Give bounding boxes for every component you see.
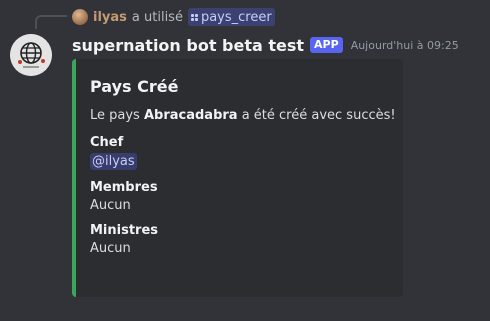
field-name: Membres <box>90 180 158 195</box>
globe-icon <box>10 34 52 76</box>
reply-username[interactable]: ilyas <box>93 10 127 25</box>
message-header: supernation bot beta test APP Aujourd'hu… <box>72 34 459 56</box>
field-name: Chef <box>90 135 124 150</box>
reply-context[interactable]: ilyas a utilisé pays_creer <box>72 8 275 26</box>
field-name: Ministres <box>90 223 159 238</box>
message-timestamp[interactable]: Aujourd'hui à 09:25 <box>351 39 459 52</box>
command-name: pays_creer <box>200 9 272 25</box>
field-chef: Chef @ilyas <box>90 135 389 170</box>
slash-command-icon <box>190 13 198 21</box>
bot-username[interactable]: supernation bot beta test <box>72 36 304 55</box>
description-suffix: a été créé avec succès! <box>237 108 396 123</box>
embed-description: Le pays Abracadabra a été créé avec succ… <box>90 108 396 123</box>
field-membres: Membres Aucun <box>90 180 389 213</box>
command-chip[interactable]: pays_creer <box>187 8 275 26</box>
reply-connector <box>35 15 67 29</box>
country-name: Abracadabra <box>143 108 238 123</box>
user-mention[interactable]: @ilyas <box>90 153 137 170</box>
field-value: Aucun <box>90 241 131 256</box>
embed-title: Pays Créé <box>90 77 179 96</box>
app-badge: APP <box>310 37 343 53</box>
field-value: Aucun <box>90 198 131 213</box>
embed-card: Pays Créé Le pays Abracadabra a été créé… <box>72 59 403 297</box>
field-ministres: Ministres Aucun <box>90 223 389 256</box>
bot-avatar[interactable] <box>10 34 52 76</box>
reply-action-text: a utilisé <box>131 9 183 25</box>
description-prefix: Le pays <box>90 108 144 123</box>
reply-user-avatar[interactable] <box>72 9 88 25</box>
